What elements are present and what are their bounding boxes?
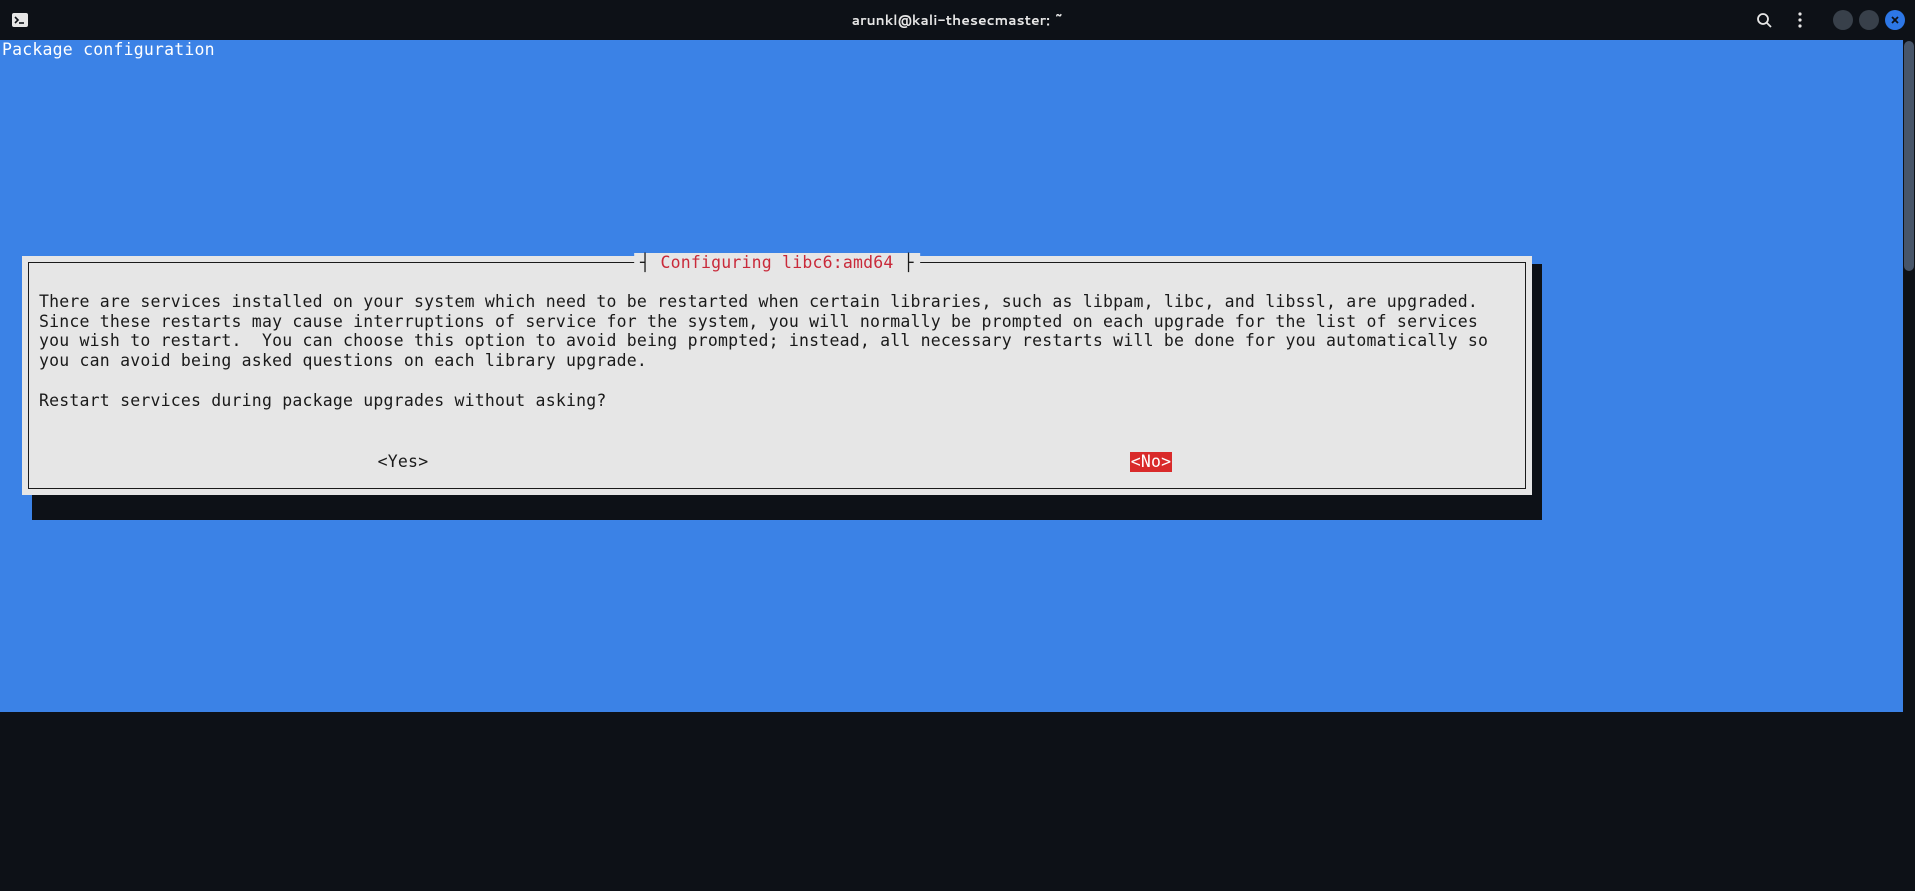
search-icon[interactable] — [1755, 11, 1773, 29]
terminal-area[interactable]: Package configuration ┤ Configuring libc… — [0, 40, 1915, 891]
page-header: Package configuration — [0, 40, 1903, 60]
terminal-content: Package configuration ┤ Configuring libc… — [0, 40, 1903, 712]
window-title: arunkl@kali-thesecmaster: ~ — [852, 10, 1064, 30]
maximize-button[interactable] — [1859, 10, 1879, 30]
window-titlebar: arunkl@kali-thesecmaster: ~ — [0, 0, 1915, 40]
no-button[interactable]: <No> — [1130, 452, 1173, 472]
terminal-bottom-strip — [0, 712, 1915, 738]
dialog-body: There are services installed on your sys… — [39, 263, 1515, 410]
menu-kebab-icon[interactable] — [1791, 11, 1809, 29]
dialog-question: Restart services during package upgrades… — [39, 391, 607, 410]
scrollbar[interactable] — [1903, 40, 1915, 712]
dialog-box: ┤ Configuring libc6:amd64 ├ There are se… — [22, 256, 1532, 495]
dialog-frame: ┤ Configuring libc6:amd64 ├ There are se… — [28, 262, 1526, 489]
dialog-title-deco-left: ┤ — [640, 253, 660, 273]
dialog-paragraph: There are services installed on your sys… — [39, 292, 1498, 370]
minimize-button[interactable] — [1833, 10, 1853, 30]
terminal-app-icon — [12, 12, 28, 28]
dialog-title: ┤ Configuring libc6:amd64 ├ — [634, 253, 920, 273]
window-buttons — [1833, 10, 1905, 30]
close-button[interactable] — [1885, 10, 1905, 30]
titlebar-controls — [1755, 10, 1905, 30]
yes-button[interactable]: <Yes> — [378, 452, 429, 472]
dialog-title-deco-right: ├ — [894, 253, 914, 273]
scrollbar-thumb[interactable] — [1904, 41, 1914, 271]
dialog-title-text: Configuring libc6:amd64 — [660, 253, 893, 273]
dialog-button-row: <Yes> <No> — [29, 452, 1525, 472]
